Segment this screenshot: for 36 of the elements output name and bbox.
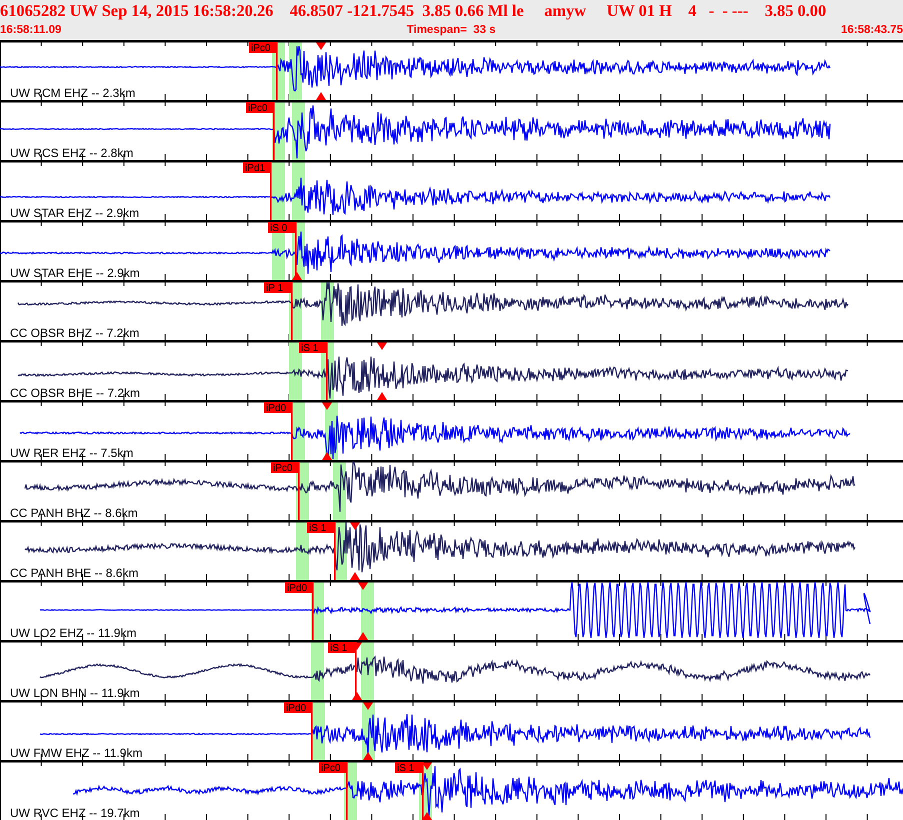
triangle-marker-icon xyxy=(377,342,387,350)
highlight-band xyxy=(289,342,302,400)
highlight-band xyxy=(296,522,309,580)
triangle-marker-icon xyxy=(316,92,326,100)
triangle-marker-icon xyxy=(363,702,373,710)
end-time: 16:58:43.75 xyxy=(840,24,903,36)
station-label: UW RCM EHZ -- 2.3km xyxy=(10,86,136,100)
station-label: UW FMW EHZ -- 11.9km xyxy=(10,746,142,760)
start-time: 16:58:11.09 xyxy=(0,24,62,36)
triangle-marker-icon xyxy=(358,632,368,640)
timespan-label: Timespan= 33 s xyxy=(406,24,496,36)
station-label: UW STAR EHE -- 2.9km xyxy=(10,266,140,280)
event-summary: 61065282 UW Sep 14, 2015 16:58:20.26 46.8507 -121.7545 3.85 0.66 Ml le amyw UW 01 H 4 - - --- 3.85 0.00 xyxy=(0,1,826,21)
station-label: CC PANH BHE -- 8.6km xyxy=(10,566,138,580)
triangle-marker-icon xyxy=(358,582,368,590)
station-label: UW STAR EHZ -- 2.9km xyxy=(10,206,140,220)
highlight-band xyxy=(361,642,374,700)
triangle-marker-icon xyxy=(363,752,373,760)
triangle-marker-icon xyxy=(422,812,432,820)
triangle-marker-icon xyxy=(322,402,332,410)
station-label: UW LO2 EHZ -- 11.9km xyxy=(10,626,136,640)
station-label: CC OBSR BHZ -- 7.2km xyxy=(10,326,140,340)
triangle-marker-icon xyxy=(316,42,326,50)
station-label: CC PANH BHZ -- 8.6km xyxy=(10,506,138,520)
triangle-marker-icon xyxy=(350,572,360,580)
station-label: UW RER EHZ -- 7.5km xyxy=(10,446,134,460)
station-label: UW RCS EHZ -- 2.8km xyxy=(10,146,134,160)
highlight-band xyxy=(272,162,285,220)
triangle-marker-icon xyxy=(377,392,387,400)
triangle-marker-icon xyxy=(322,452,332,460)
station-label: CC OBSR BHE -- 7.2km xyxy=(10,386,140,400)
triangle-marker-icon xyxy=(350,522,360,530)
station-label: UW RVC EHZ -- 19.7km xyxy=(10,806,140,820)
triangle-marker-icon xyxy=(422,762,432,770)
highlight-band xyxy=(311,642,324,700)
station-label: UW LON BHN -- 11.9km xyxy=(10,686,140,700)
